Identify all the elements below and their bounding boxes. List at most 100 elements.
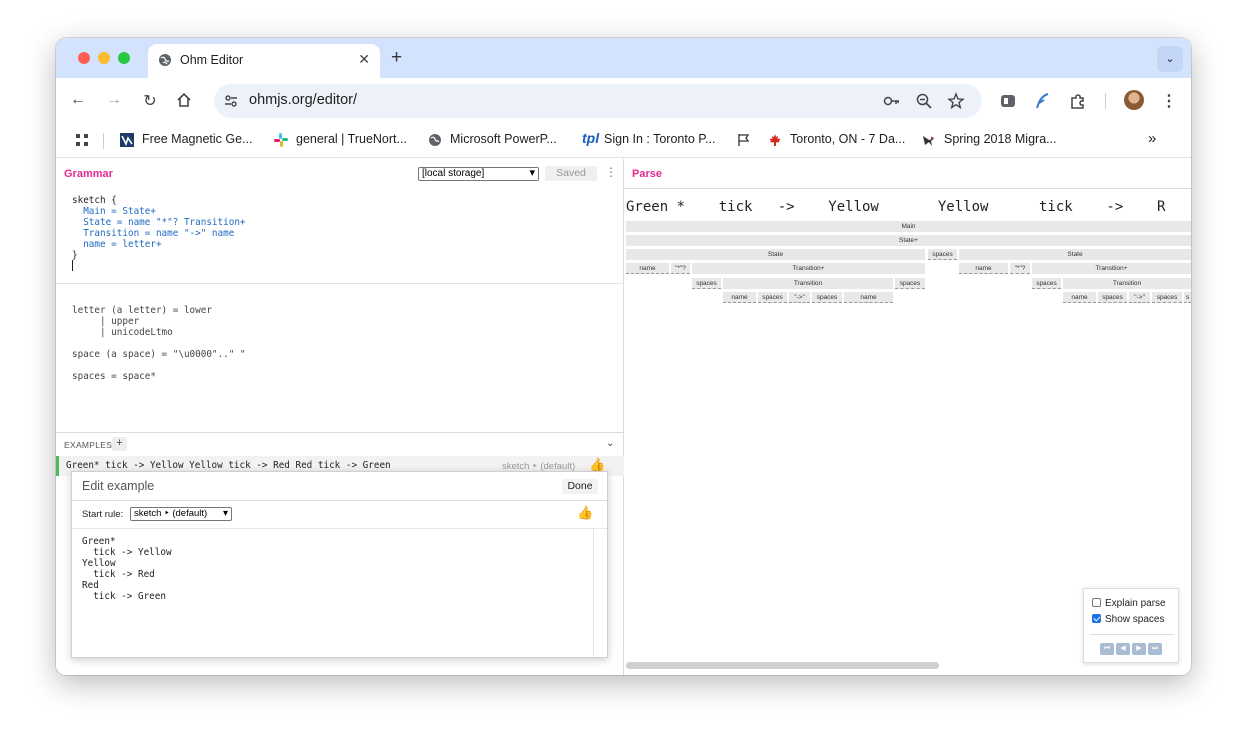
parse-node[interactable]: "->" (1129, 292, 1150, 303)
start-rule-select[interactable]: sketch ‣ (default) ▾ (130, 507, 232, 521)
bookmark-toronto-weather[interactable]: Toronto, ON - 7 Da... (790, 132, 905, 146)
parse-node[interactable]: "->" (789, 292, 810, 303)
example-line: tick -> Red (82, 569, 155, 580)
apps-grid-icon[interactable] (75, 133, 89, 147)
forward-arrow-icon[interactable]: → (104, 91, 124, 109)
home-icon[interactable] (176, 92, 192, 108)
edit-separator (72, 528, 607, 529)
example-line: tick -> Green (82, 591, 166, 602)
step-back-icon[interactable]: ◀ (1116, 643, 1130, 655)
start-rule-value: sketch ‣ (default) (134, 508, 208, 519)
parse-node[interactable]: spaces (692, 278, 721, 289)
code-line-text: name = letter+ (72, 239, 162, 250)
grammar-editor-bottom[interactable]: letter (a letter) = lower | upper | unic… (72, 305, 246, 382)
parse-node[interactable]: spaces (895, 278, 925, 289)
extension-icon[interactable] (998, 91, 1018, 111)
toolbar-separator (1105, 93, 1106, 109)
tab-search-chevron-icon[interactable]: ⌄ (1157, 46, 1183, 72)
parse-node[interactable]: State+ (626, 235, 1191, 246)
parse-node[interactable]: name (723, 292, 756, 303)
back-arrow-icon[interactable]: ← (68, 91, 88, 109)
browser-tab[interactable]: Ohm Editor ✕ (148, 44, 380, 78)
parse-node[interactable]: name (1063, 292, 1096, 303)
parse-node[interactable]: spaces (1032, 278, 1061, 289)
reload-icon[interactable]: ↻ (140, 91, 160, 111)
site-settings-icon[interactable] (223, 93, 239, 109)
bookmark-free-magnetic[interactable]: Free Magnetic Ge... (142, 132, 252, 146)
flag-icon[interactable] (737, 133, 751, 147)
grammar-menu-kebab-icon[interactable]: ⋮ (605, 165, 617, 179)
parse-node[interactable]: s (1184, 292, 1191, 303)
code-line: name = letter+ (72, 239, 246, 250)
bookmark-toronto-library[interactable]: Sign In : Toronto P... (604, 132, 715, 146)
parse-horizontal-scrollbar[interactable] (626, 662, 939, 669)
parse-node[interactable]: Transition+ (1032, 263, 1191, 274)
grammar-editor-top[interactable]: sketch { Main = State+ State = name "*"?… (72, 195, 246, 261)
url-text: ohmjs.org/editor/ (249, 92, 357, 108)
code-line: space (a space) = "\u0000".." " (72, 349, 246, 360)
example-line: Red (82, 580, 99, 591)
example-line: tick -> Yellow (82, 547, 172, 558)
explain-parse-checkbox[interactable] (1092, 598, 1101, 607)
bookmark-microsoft-powerpoint[interactable]: Microsoft PowerP... (450, 132, 557, 146)
tab-close-icon[interactable]: ✕ (358, 51, 370, 68)
globe-icon (159, 54, 171, 66)
collapse-chevron-icon[interactable]: ⌄ (606, 438, 614, 449)
bookmark-general-truenorth[interactable]: general | TrueNort... (296, 132, 407, 146)
code-line: State = name "*"? Transition+ (72, 217, 245, 228)
parse-node[interactable]: Transition+ (692, 263, 925, 274)
tab-strip: Ohm Editor ✕ + ⌄ (56, 38, 1191, 78)
parse-node[interactable]: name (959, 263, 1008, 274)
zoom-icon[interactable] (915, 92, 933, 110)
parse-node[interactable]: name (844, 292, 893, 303)
bookmarks-separator (103, 133, 104, 149)
parse-node[interactable]: spaces (758, 292, 787, 303)
parse-pane: Parse Green * tick -> Yellow Yellow tick… (624, 159, 1191, 675)
skip-to-end-icon[interactable]: ⏭ (1148, 643, 1162, 655)
parse-node[interactable]: State (626, 249, 925, 260)
profile-avatar[interactable] (1124, 90, 1144, 110)
bookmark-star-icon[interactable] (947, 92, 965, 110)
bookmark-spring-migration[interactable]: Spring 2018 Migra... (944, 132, 1057, 146)
code-line: } (72, 250, 246, 261)
bookmarks-overflow-chevron-icon[interactable]: » (1148, 130, 1156, 147)
parse-node[interactable]: Transition (723, 278, 893, 289)
show-spaces-option[interactable]: Show spaces (1092, 614, 1164, 625)
code-line: spaces = space* (72, 371, 156, 382)
step-forward-icon[interactable]: ▶ (1132, 643, 1146, 655)
grammar-storage-select[interactable]: [local storage] (418, 167, 539, 181)
parse-node[interactable]: spaces (928, 249, 957, 260)
start-rule-label: Start rule: (82, 509, 124, 520)
password-key-icon[interactable] (883, 92, 901, 110)
skip-to-start-icon[interactable]: ⏮ (1100, 643, 1114, 655)
parse-node[interactable]: Transition (1063, 278, 1191, 289)
tab-title: Ohm Editor (180, 53, 244, 67)
parse-node[interactable]: spaces (812, 292, 842, 303)
zoom-window-button[interactable] (118, 52, 130, 64)
add-example-button[interactable]: + (112, 437, 127, 451)
parse-node[interactable]: "*"? (1010, 263, 1030, 274)
feather-icon[interactable] (1033, 91, 1053, 111)
puzzle-icon[interactable] (1068, 91, 1088, 111)
parse-node[interactable]: spaces (1098, 292, 1127, 303)
show-spaces-checkbox[interactable] (1092, 614, 1101, 623)
done-button[interactable]: Done (562, 479, 598, 494)
grammar-storage-value: [local storage] (422, 168, 485, 179)
parse-node[interactable]: "*"? (671, 263, 690, 274)
parse-node[interactable]: Main (626, 221, 1191, 232)
parse-node[interactable]: name (626, 263, 669, 274)
explain-parse-option[interactable]: Explain parse (1092, 598, 1166, 609)
new-tab-button[interactable]: + (391, 47, 402, 69)
parse-node[interactable]: spaces (1152, 292, 1182, 303)
example-editor[interactable]: Green* tick -> Yellow Yellow tick -> Red R… (82, 536, 172, 602)
browser-window: Ohm Editor ✕ + ⌄ ← → ↻ ohmjs.org/editor/… (56, 38, 1191, 675)
menu-kebab-icon[interactable]: ⋮ (1159, 91, 1179, 111)
minimize-window-button[interactable] (98, 52, 110, 64)
address-bar[interactable]: ohmjs.org/editor/ (214, 84, 982, 118)
saved-button[interactable]: Saved (545, 166, 597, 181)
parse-node[interactable]: State (959, 249, 1191, 260)
editor-scrollbar-track[interactable] (593, 529, 594, 657)
close-window-button[interactable] (78, 52, 90, 64)
